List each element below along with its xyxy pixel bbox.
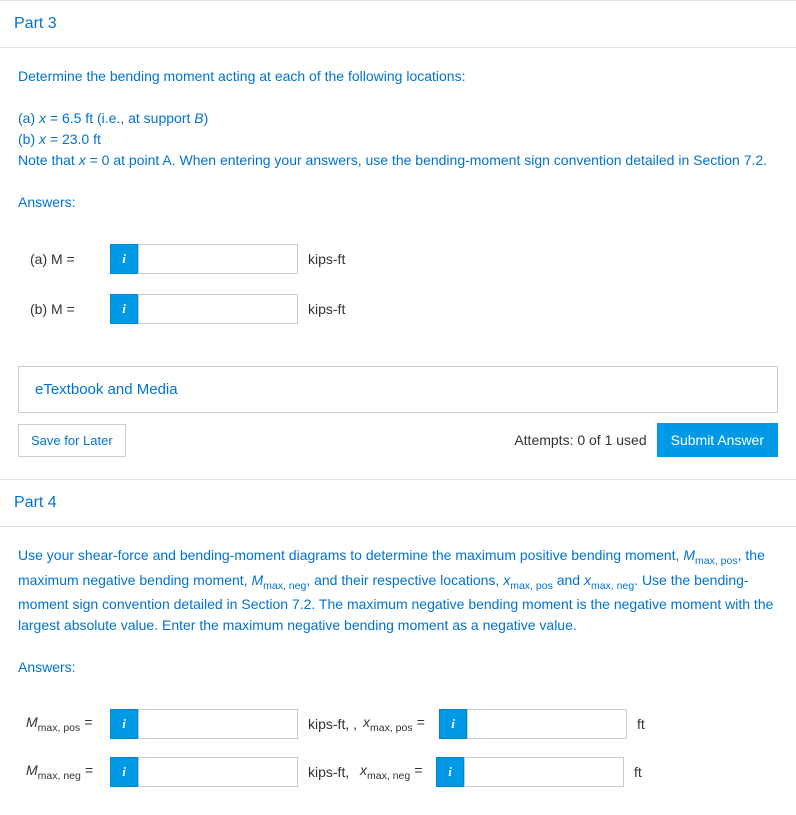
part-4-section: Part 4 Use your shear-force and bending-… (0, 479, 796, 815)
input-m-max-pos[interactable] (138, 709, 298, 739)
m-max-neg-label: Mmax, neg = (26, 760, 110, 785)
part-3-title: Part 3 (0, 1, 796, 48)
part4-answers-label: Answers: (18, 657, 778, 678)
part3-row-a: (a) M = i kips-ft (18, 244, 778, 274)
part3-line-a: (a) x = 6.5 ft (i.e., at support B) (18, 108, 778, 129)
save-for-later-button[interactable]: Save for Later (18, 424, 126, 457)
part4-paragraph: Use your shear-force and bending-moment … (18, 545, 778, 636)
part4-row-neg: Mmax, neg = i kips-ft, xmax, neg = i ft (18, 757, 778, 787)
part3-intro: Determine the bending moment acting at e… (18, 66, 778, 87)
info-icon[interactable]: i (110, 294, 138, 324)
unit-m-pos: kips-ft, , (298, 714, 357, 735)
attempts-text: Attempts: 0 of 1 used (514, 432, 646, 448)
part3-row-b: (b) M = i kips-ft (18, 294, 778, 324)
part-3-body: Determine the bending moment acting at e… (0, 48, 796, 354)
unit-x-pos: ft (627, 714, 683, 735)
row-a-label: (a) M = (30, 249, 110, 270)
part-3-section: Part 3 Determine the bending moment acti… (0, 0, 796, 457)
m-max-pos-label: Mmax, pos = (26, 712, 110, 737)
part3-answers-label: Answers: (18, 192, 778, 213)
info-icon[interactable]: i (110, 244, 138, 274)
part3-footer: Save for Later Attempts: 0 of 1 used Sub… (18, 423, 778, 457)
unit-b: kips-ft (298, 299, 354, 320)
info-icon[interactable]: i (110, 709, 138, 739)
unit-a: kips-ft (298, 249, 354, 270)
submit-answer-button[interactable]: Submit Answer (657, 423, 778, 457)
part3-line-b: (b) x = 23.0 ft (18, 129, 778, 150)
x-max-neg-label: xmax, neg = (360, 760, 436, 785)
x-max-pos-label: xmax, pos = (363, 712, 439, 737)
input-m-max-neg[interactable] (138, 757, 298, 787)
input-m-b[interactable] (138, 294, 298, 324)
etextbook-media-button[interactable]: eTextbook and Media (18, 366, 778, 413)
part4-row-pos: Mmax, pos = i kips-ft, , xmax, pos = i f… (18, 709, 778, 739)
part-4-title: Part 4 (0, 480, 796, 527)
right-cluster: Attempts: 0 of 1 used Submit Answer (514, 423, 778, 457)
input-x-max-pos[interactable] (467, 709, 627, 739)
input-m-a[interactable] (138, 244, 298, 274)
row-b-label: (b) M = (30, 299, 110, 320)
unit-x-neg: ft (624, 762, 680, 783)
info-icon[interactable]: i (436, 757, 464, 787)
part3-note: Note that x = 0 at point A. When enterin… (18, 150, 778, 171)
unit-m-neg: kips-ft, (298, 762, 354, 783)
info-icon[interactable]: i (439, 709, 467, 739)
info-icon[interactable]: i (110, 757, 138, 787)
input-x-max-neg[interactable] (464, 757, 624, 787)
part-4-body: Use your shear-force and bending-moment … (0, 527, 796, 815)
